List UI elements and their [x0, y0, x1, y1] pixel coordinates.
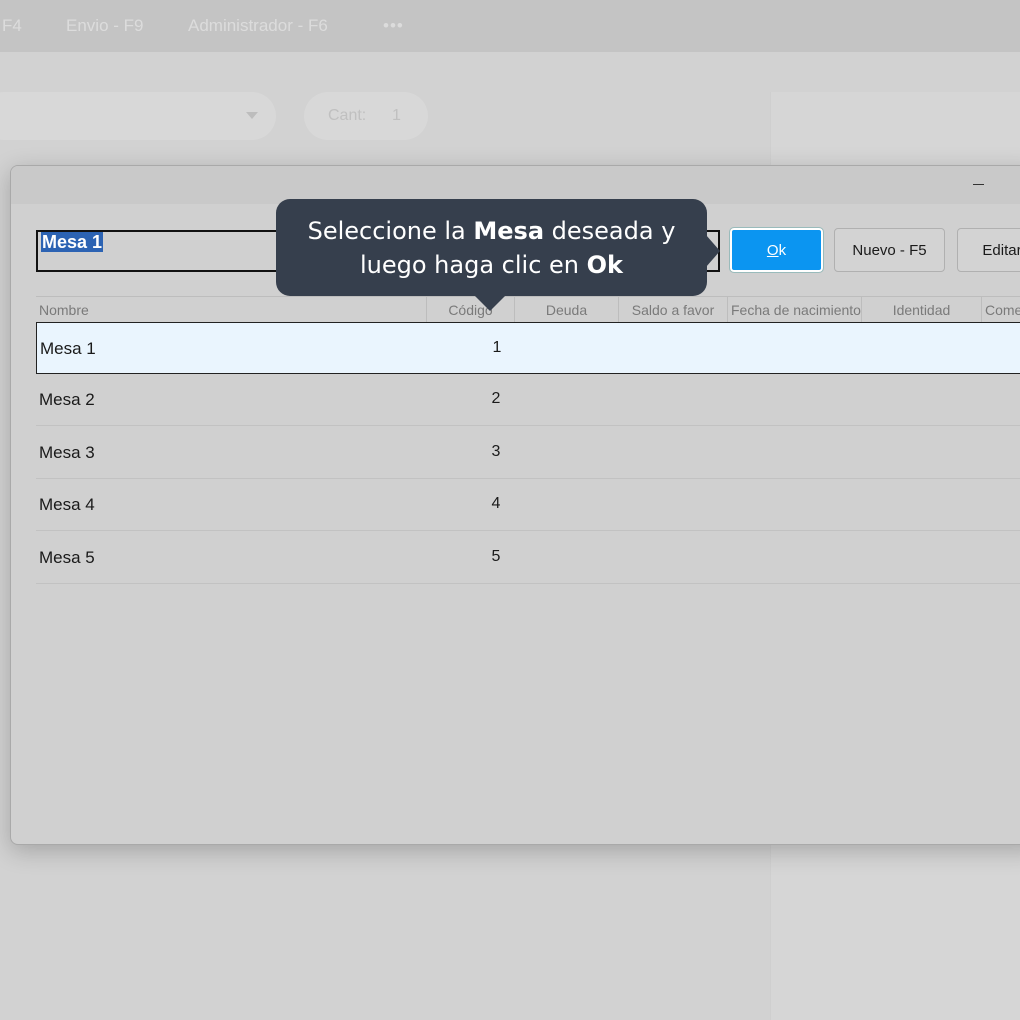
cell-nombre: Mesa 3	[39, 443, 95, 462]
chevron-down-icon	[246, 112, 258, 119]
cell-nombre: Mesa 1	[40, 339, 96, 358]
cell-codigo: 3	[491, 443, 501, 460]
minimize-icon[interactable]	[971, 176, 987, 192]
table-row[interactable]: Mesa 1 1	[36, 322, 1020, 374]
more-menu-icon[interactable]: •••	[383, 16, 404, 36]
column-header-fecha[interactable]: Fecha de nacimiento	[728, 297, 862, 323]
quantity-value: 1	[392, 107, 401, 124]
editar-button[interactable]: Editar	[957, 228, 1020, 272]
cell-codigo: 2	[491, 390, 501, 407]
tooltip-pointer-down	[474, 295, 506, 311]
ok-button[interactable]: Ok	[729, 227, 824, 273]
quantity-field[interactable]: Cant: 1	[304, 92, 428, 140]
tooltip-text: luego haga clic en	[359, 251, 587, 279]
search-input-value: Mesa 1	[41, 232, 104, 252]
table-row[interactable]: Mesa 5 5	[36, 532, 1020, 584]
table-row[interactable]: Mesa 4 4	[36, 479, 1020, 531]
cell-nombre: Mesa 4	[39, 495, 95, 514]
tooltip-text: deseada y	[544, 217, 676, 245]
tooltip-pointer-right	[706, 235, 720, 267]
top-menu-bar: F4 Envio - F9 Administrador - F6 •••	[0, 0, 1020, 52]
column-header-saldo[interactable]: Saldo a favor	[619, 297, 728, 323]
tooltip-bold-mesa: Mesa	[473, 217, 545, 245]
column-header-deuda[interactable]: Deuda	[515, 297, 619, 323]
tooltip-line-2: luego haga clic en Ok	[276, 248, 707, 282]
table-row[interactable]: Mesa 2 2	[36, 374, 1020, 426]
cell-codigo: 5	[491, 548, 501, 565]
quantity-label: Cant:	[328, 107, 367, 124]
ok-button-label: k	[778, 241, 787, 259]
menu-item-f4[interactable]: F4	[2, 16, 22, 36]
ok-button-mnemonic: O	[766, 241, 779, 259]
table-header: Nombre Código Deuda Saldo a favor Fecha …	[36, 296, 1020, 323]
tooltip-text: Seleccione la	[307, 217, 474, 245]
cell-nombre: Mesa 5	[39, 548, 95, 567]
cell-nombre: Mesa 2	[39, 390, 95, 409]
tooltip-bold-ok: Ok	[586, 251, 623, 279]
column-header-comentario[interactable]: Comentario	[982, 297, 1020, 323]
column-header-nombre[interactable]: Nombre	[39, 297, 427, 323]
cell-codigo: 4	[491, 495, 501, 512]
nuevo-button[interactable]: Nuevo - F5	[834, 228, 945, 272]
menu-item-administrador[interactable]: Administrador - F6	[188, 16, 328, 36]
table-row[interactable]: Mesa 3 3	[36, 427, 1020, 479]
menu-item-envio[interactable]: Envio - F9	[66, 16, 143, 36]
tooltip-line-1: Seleccione la Mesa deseada y	[276, 214, 707, 248]
cell-codigo: 1	[492, 339, 502, 356]
guidance-tooltip: Seleccione la Mesa deseada y luego haga …	[276, 199, 707, 296]
column-header-identidad[interactable]: Identidad	[862, 297, 982, 323]
background-dropdown[interactable]	[0, 92, 276, 140]
